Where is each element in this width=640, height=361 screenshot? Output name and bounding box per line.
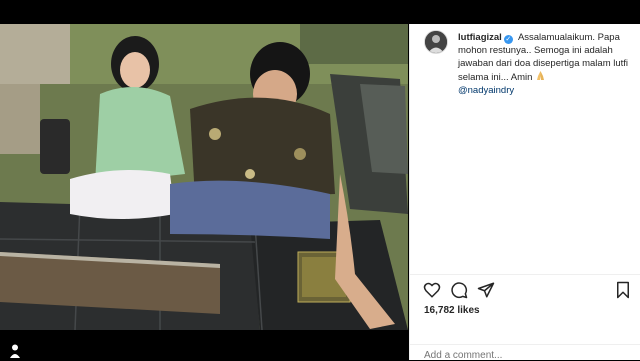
paper-plane-icon[interactable] xyxy=(477,281,495,299)
post-modal: lutfiagizal ✓ Assalamualaikum. Papa mohon… xyxy=(0,0,640,361)
username-link[interactable]: lutfiagizal xyxy=(458,32,502,43)
bookmark-icon[interactable] xyxy=(614,281,632,299)
post-sidebar: lutfiagizal ✓ Assalamualaikum. Papa mohon… xyxy=(409,24,640,361)
avatar[interactable] xyxy=(424,30,448,54)
comment-bubble-icon[interactable] xyxy=(450,281,468,299)
avatar-image xyxy=(425,31,447,53)
praying-hands-emoji-icon xyxy=(537,71,545,80)
person-icon[interactable] xyxy=(10,344,20,358)
mention-link[interactable]: @nadyaindry xyxy=(458,85,514,96)
post-caption: lutfiagizal ✓ Assalamualaikum. Papa mohon… xyxy=(458,31,634,97)
heart-icon[interactable] xyxy=(423,281,441,299)
actions-divider xyxy=(410,274,640,275)
post-photo[interactable] xyxy=(0,24,408,330)
verified-badge-icon: ✓ xyxy=(503,35,513,44)
post-photo-illustration xyxy=(0,24,408,330)
comment-divider xyxy=(410,344,640,345)
like-count[interactable]: 16,782 likes xyxy=(424,305,480,316)
bottom-bar xyxy=(0,330,408,360)
comment-input[interactable] xyxy=(424,350,624,361)
